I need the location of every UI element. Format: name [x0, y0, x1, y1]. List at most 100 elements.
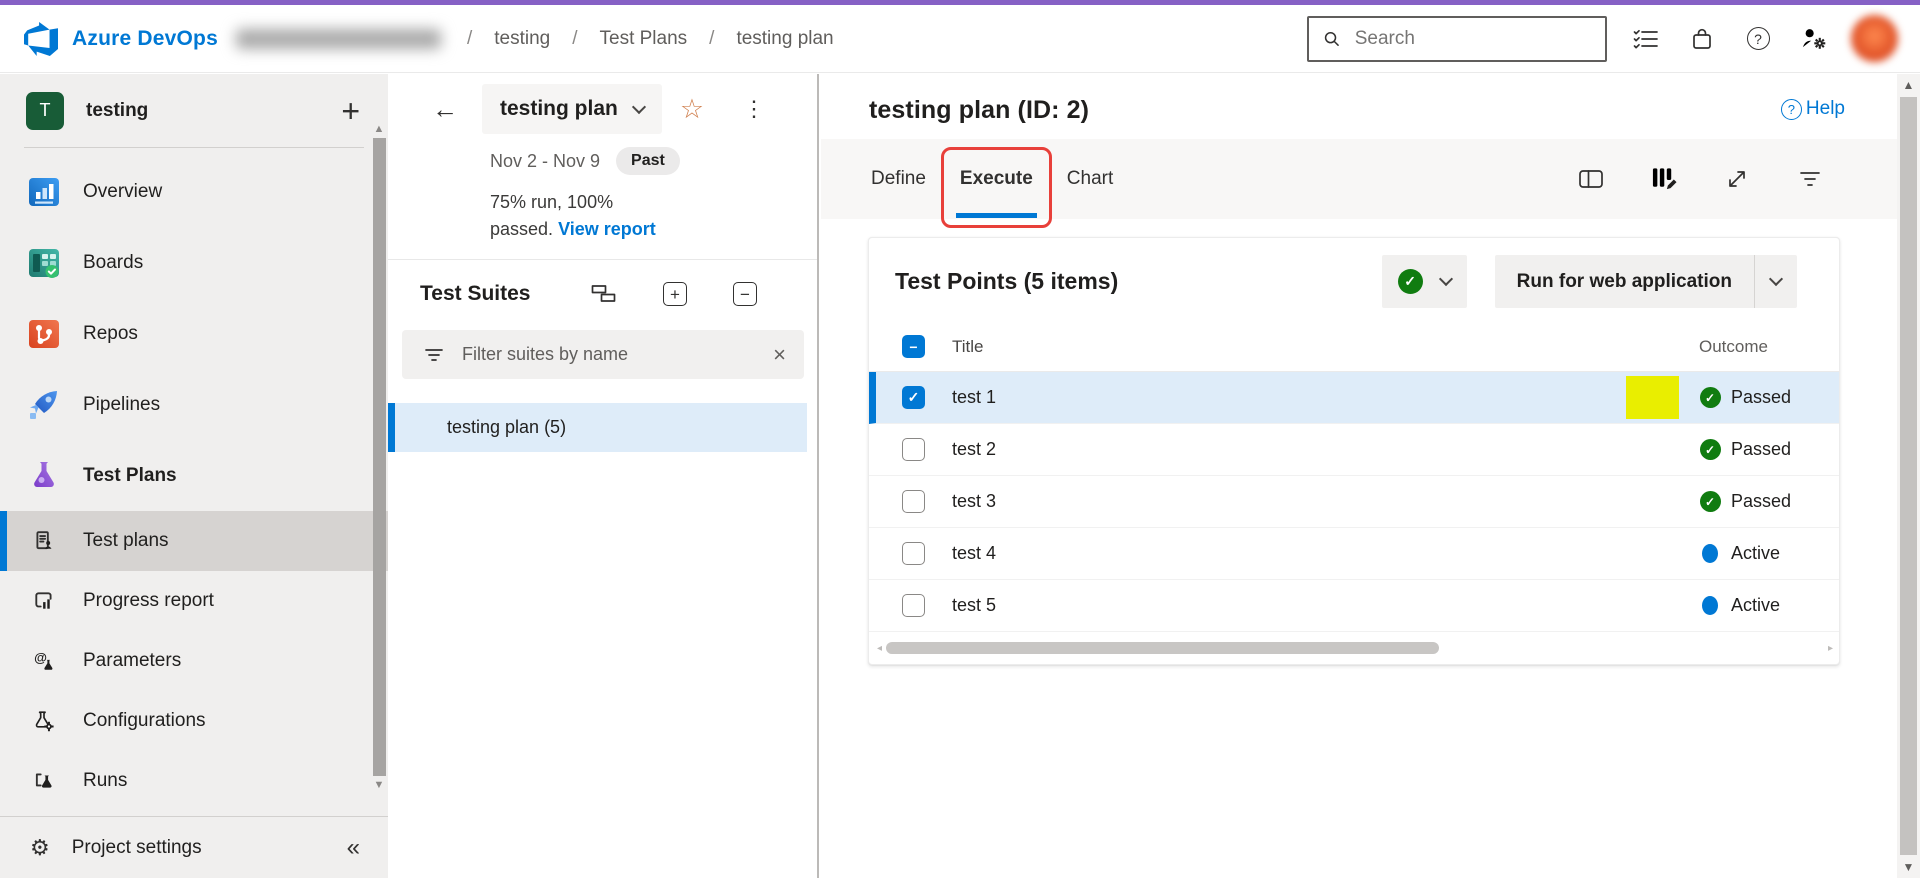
- outcome-filter-dropdown[interactable]: ✓: [1382, 255, 1467, 308]
- sidebar-item-overview[interactable]: Overview: [0, 156, 388, 227]
- azure-devops-app: Azure DevOps / testing / Test Plans / te…: [0, 0, 1920, 878]
- suite-hierarchy-icon[interactable]: [591, 283, 617, 305]
- passed-icon: ✓: [1699, 439, 1721, 460]
- suite-item-testing-plan[interactable]: testing plan (5): [388, 403, 807, 452]
- run-options-chevron[interactable]: [1755, 279, 1797, 284]
- test-points-heading: Test Points (5 items): [895, 268, 1118, 295]
- test-point-row[interactable]: test 5 Active: [869, 580, 1839, 632]
- scroll-up-icon[interactable]: ▲: [1903, 74, 1915, 96]
- help-question-icon: ?: [1781, 99, 1802, 120]
- row-title: test 3: [952, 491, 996, 512]
- project-header[interactable]: T testing +: [0, 74, 388, 147]
- sidebar-scrollbar[interactable]: ▲ ▼: [372, 122, 386, 792]
- sidebar-scroll-thumb[interactable]: [373, 138, 386, 776]
- azure-devops-home-link[interactable]: Azure DevOps: [24, 22, 218, 56]
- row-checkbox[interactable]: [902, 594, 925, 617]
- search-box[interactable]: [1307, 16, 1607, 62]
- horizontal-scrollbar[interactable]: ◂ ▸: [877, 640, 1833, 656]
- sidebar-item-parameters[interactable]: @ Parameters: [0, 631, 388, 691]
- row-title: test 5: [952, 595, 996, 616]
- suite-filter-input[interactable]: [460, 343, 757, 366]
- test-point-row[interactable]: test 4 Active: [869, 528, 1839, 580]
- tab-strip: Define Execute Chart: [821, 139, 1897, 219]
- more-options-icon[interactable]: ⋮: [743, 96, 765, 122]
- back-button[interactable]: ←: [432, 94, 458, 125]
- sidebar-item-runs[interactable]: Runs: [0, 751, 388, 811]
- chevron-down-icon: [1439, 272, 1453, 286]
- sidebar-item-pipelines[interactable]: Pipelines: [0, 369, 388, 440]
- sidebar-item-project-settings[interactable]: ⚙ Project settings «: [0, 816, 388, 878]
- expand-all-icon[interactable]: +: [663, 282, 687, 306]
- favorite-star-icon[interactable]: ☆: [680, 94, 704, 125]
- tab-execute[interactable]: Execute: [958, 164, 1035, 194]
- chevron-down-icon: [632, 99, 646, 113]
- passed-icon: ✓: [1699, 491, 1721, 512]
- fullscreen-icon[interactable]: [1724, 166, 1750, 192]
- test-point-row[interactable]: test 3 ✓ Passed: [869, 476, 1839, 528]
- plan-selector-dropdown[interactable]: testing plan: [482, 84, 662, 134]
- yellow-highlight-marker: [1626, 376, 1679, 419]
- pipelines-icon: [27, 388, 61, 422]
- breadcrumb-item-test-plans[interactable]: Test Plans: [600, 28, 688, 50]
- project-tile-icon: T: [26, 92, 64, 130]
- scroll-left-icon[interactable]: ◂: [877, 643, 882, 654]
- row-outcome: ✓ Passed: [1699, 439, 1811, 460]
- tab-chart[interactable]: Chart: [1065, 164, 1115, 194]
- details-pane-icon[interactable]: [1578, 166, 1604, 192]
- breadcrumb-item-testing-plan[interactable]: testing plan: [736, 28, 833, 50]
- scroll-up-icon[interactable]: ▲: [374, 122, 385, 136]
- sidebar-item-boards[interactable]: Boards: [0, 227, 388, 298]
- test-point-row[interactable]: test 2 ✓ Passed: [869, 424, 1839, 476]
- sidebar-item-configurations[interactable]: Configurations: [0, 691, 388, 751]
- hscroll-thumb[interactable]: [886, 642, 1439, 654]
- sidebar-item-repos[interactable]: Repos: [0, 298, 388, 369]
- marketplace-bag-icon[interactable]: [1689, 26, 1715, 52]
- sidebar-item-test-plans[interactable]: Test Plans: [0, 440, 388, 511]
- test-point-row[interactable]: ✓ test 1 ✓ Passed: [869, 372, 1839, 424]
- collapse-sidebar-button[interactable]: «: [347, 834, 360, 862]
- tab-define[interactable]: Define: [869, 164, 928, 194]
- user-settings-icon[interactable]: [1801, 26, 1827, 52]
- user-avatar[interactable]: [1851, 15, 1898, 62]
- task-list-icon[interactable]: [1633, 26, 1659, 52]
- vscroll-thumb[interactable]: [1900, 97, 1917, 855]
- test-suites-heading: Test Suites: [420, 282, 530, 306]
- row-checkbox[interactable]: [902, 438, 925, 461]
- project-name: testing: [86, 100, 148, 122]
- scroll-down-icon[interactable]: ▼: [1903, 856, 1915, 878]
- sidebar-item-test-plans-page[interactable]: Test plans: [0, 511, 388, 571]
- add-project-button[interactable]: +: [341, 95, 360, 127]
- active-icon: [1699, 596, 1721, 615]
- sidebar-item-progress-report[interactable]: Progress report: [0, 571, 388, 631]
- scroll-down-icon[interactable]: ▼: [374, 778, 385, 792]
- filter-icon[interactable]: [1797, 166, 1823, 192]
- breadcrumb-separator: /: [709, 28, 714, 50]
- suite-filter-box[interactable]: ×: [402, 330, 804, 379]
- row-checkbox[interactable]: [902, 542, 925, 565]
- table-header: − Title Outcome: [869, 322, 1839, 372]
- main-content: testing plan (ID: 2) ? Help Define Execu…: [821, 74, 1897, 878]
- runs-icon: [32, 764, 56, 798]
- svg-text:@: @: [34, 650, 47, 665]
- row-checkbox[interactable]: [902, 490, 925, 513]
- clear-filter-icon[interactable]: ×: [773, 342, 786, 368]
- collapse-all-icon[interactable]: −: [733, 282, 757, 306]
- boards-icon: [27, 246, 61, 280]
- scroll-right-icon[interactable]: ▸: [1828, 643, 1833, 654]
- row-outcome: ✓ Passed: [1699, 491, 1811, 512]
- breadcrumb-item-testing[interactable]: testing: [494, 28, 550, 50]
- row-title: test 2: [952, 439, 996, 460]
- view-report-link[interactable]: View report: [558, 219, 656, 239]
- column-options-icon[interactable]: [1651, 166, 1677, 192]
- run-for-web-application-button[interactable]: Run for web application: [1495, 255, 1797, 308]
- vertical-scrollbar[interactable]: ▲ ▼: [1897, 74, 1920, 878]
- select-all-checkbox[interactable]: −: [902, 335, 925, 358]
- row-checkbox[interactable]: ✓: [902, 386, 925, 409]
- sidebar-divider: [24, 147, 364, 148]
- search-input[interactable]: [1353, 27, 1591, 51]
- progress-report-icon: [32, 584, 56, 618]
- help-link[interactable]: ? Help: [1781, 98, 1845, 120]
- help-icon[interactable]: ?: [1745, 26, 1771, 52]
- org-name-redacted[interactable]: [236, 29, 441, 49]
- row-outcome: ✓ Passed: [1699, 387, 1811, 408]
